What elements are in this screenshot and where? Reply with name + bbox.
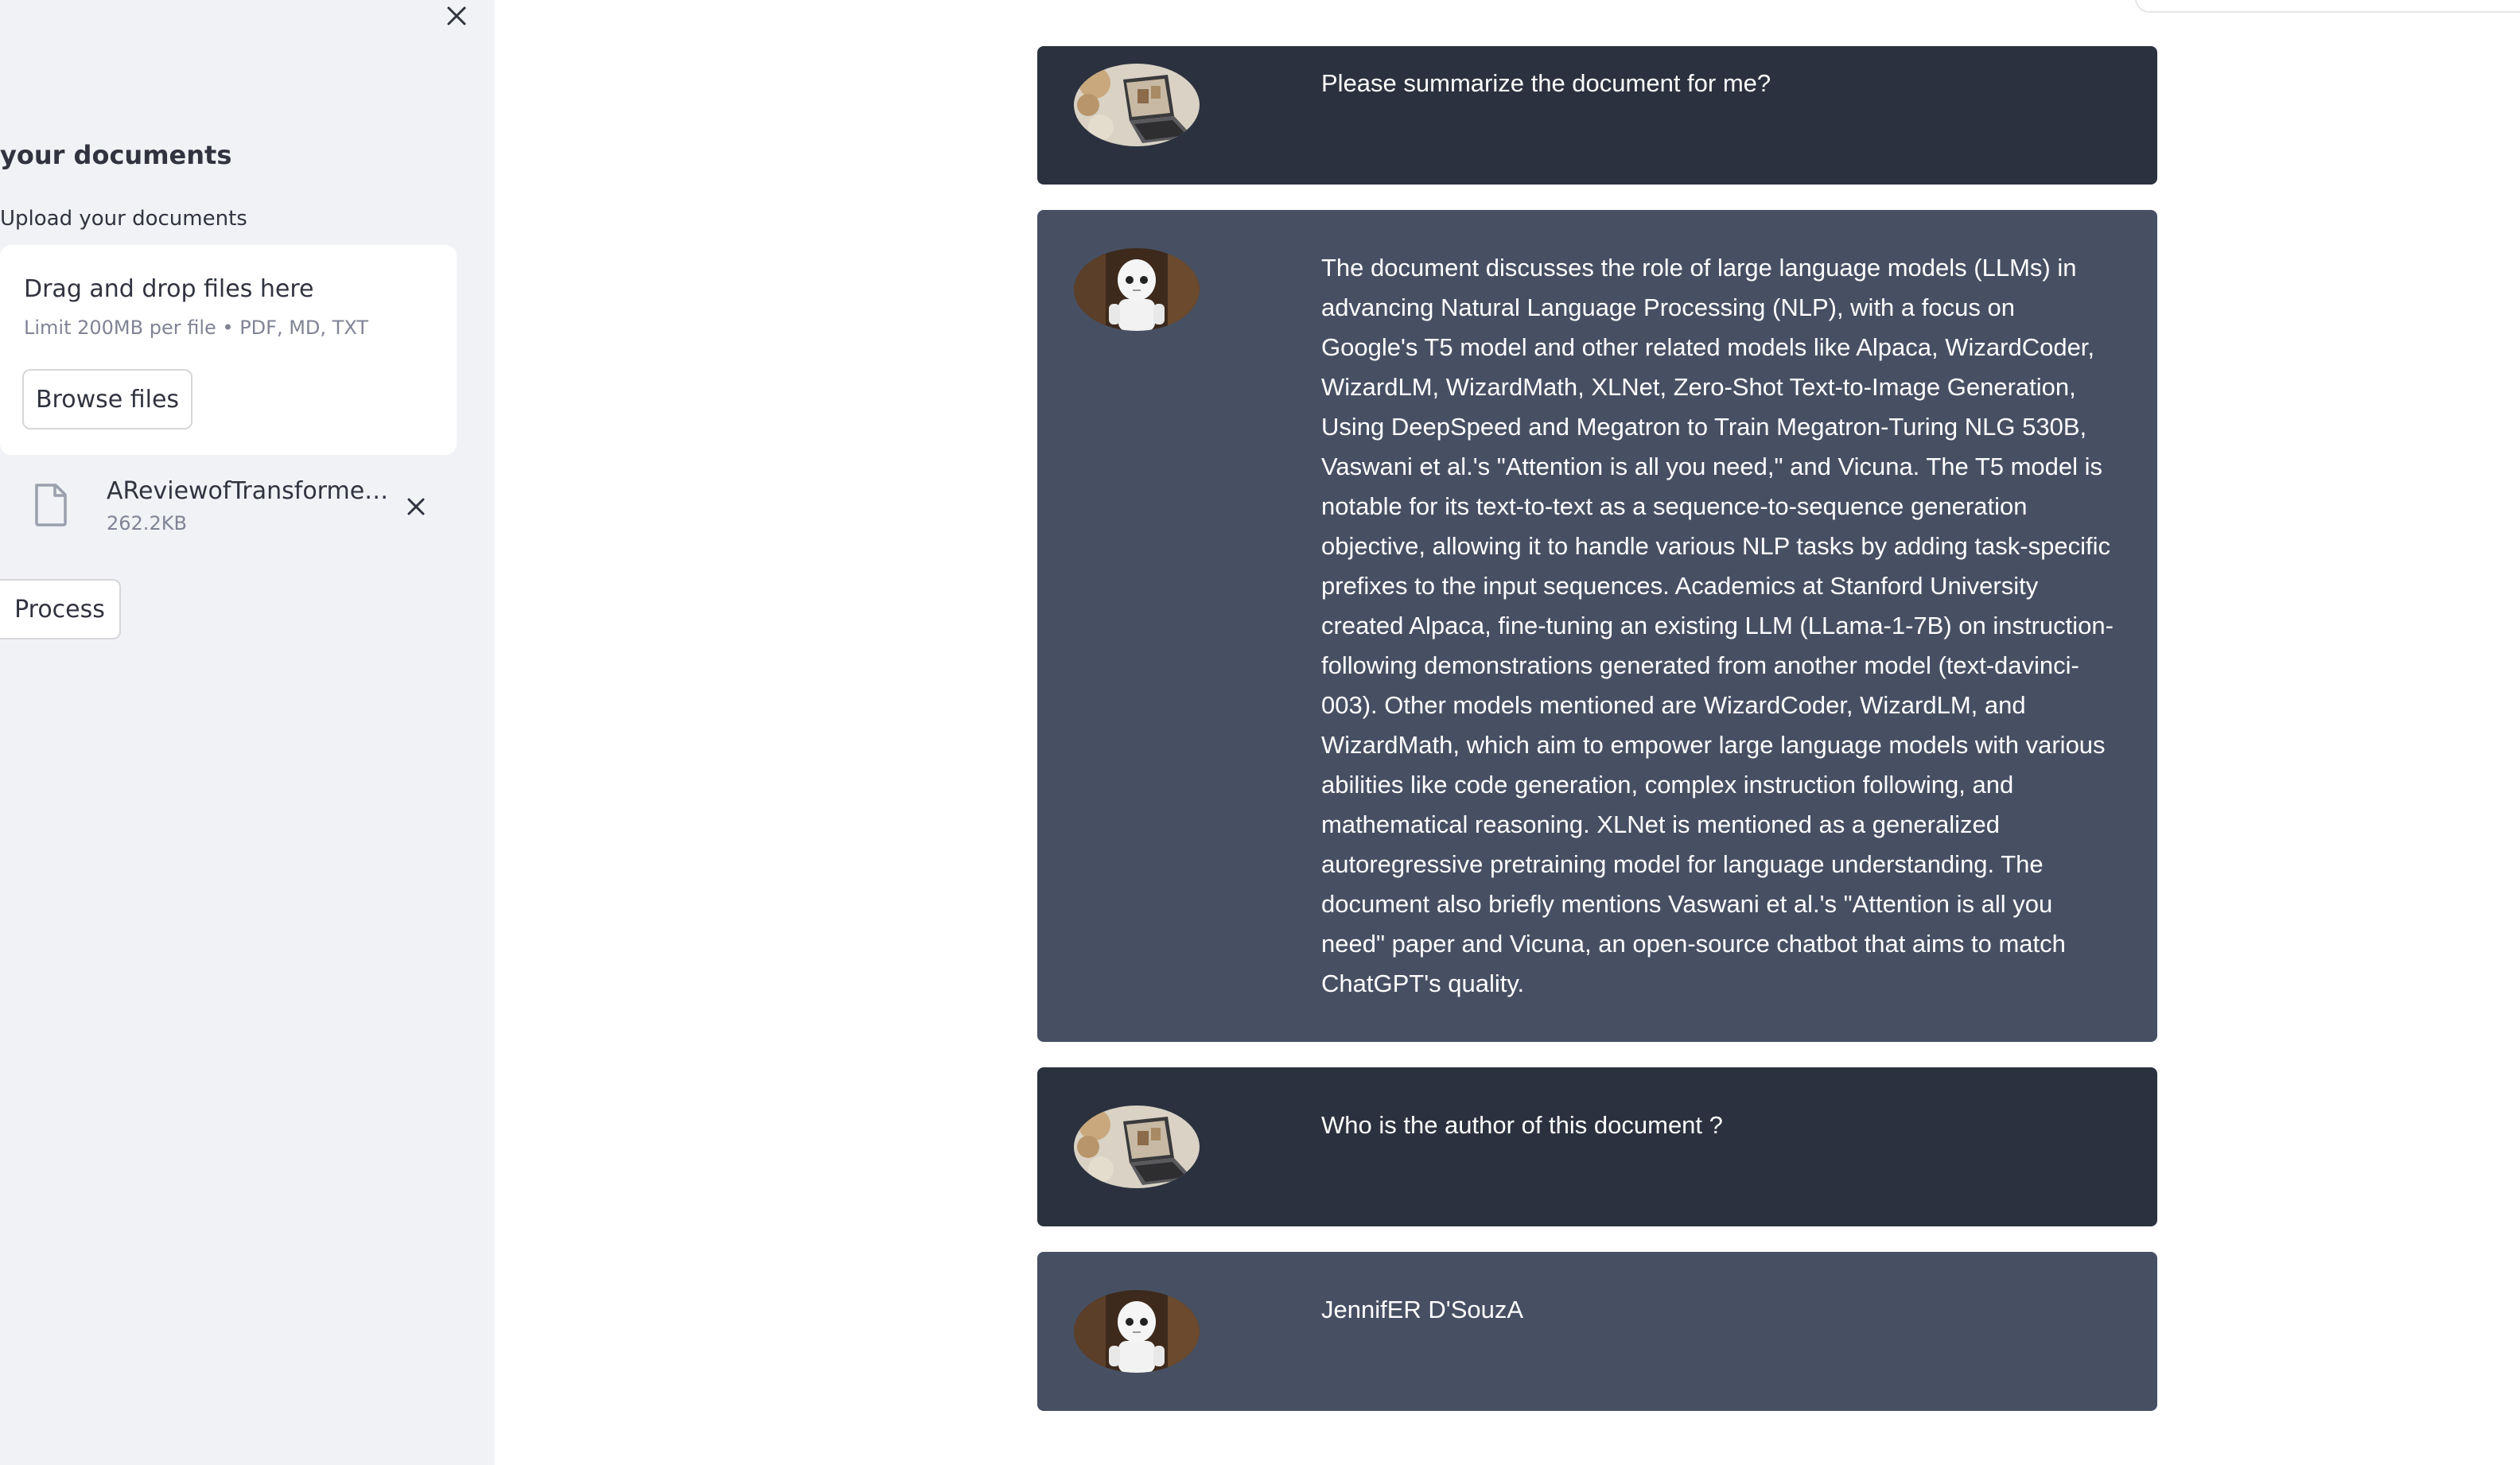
file-dropzone[interactable]: Drag and drop files here Limit 200MB per… <box>0 245 457 455</box>
close-sidebar-button[interactable] <box>439 0 474 32</box>
bot-avatar <box>1074 248 1200 331</box>
uploaded-file-item: AReviewofTransformerM... 262.2KB <box>0 466 457 549</box>
file-icon <box>35 484 67 527</box>
upload-label: Upload your documents <box>0 207 247 231</box>
browse-files-button[interactable]: Browse files <box>22 369 192 429</box>
message-text: JennifER D'SouzA <box>1321 1296 1524 1323</box>
user-avatar <box>1074 1106 1200 1188</box>
chat-message-user: Who is the author of this document ? <box>1037 1067 2157 1226</box>
message-text: Who is the author of this document ? <box>1321 1111 1723 1139</box>
user-avatar <box>1074 64 1200 146</box>
chat-message-bot: The document discusses the role of large… <box>1037 210 2157 1042</box>
close-icon <box>407 498 425 515</box>
dropzone-title: Drag and drop files here <box>24 275 314 303</box>
file-size: 262.2KB <box>107 512 187 534</box>
header-toolbar-edge <box>2135 0 2520 13</box>
file-name: AReviewofTransformerM... <box>107 477 395 505</box>
close-icon <box>447 6 466 25</box>
bot-avatar <box>1074 1290 1200 1373</box>
chat-message-user: Please summarize the document for me? <box>1037 46 2157 185</box>
sidebar: your documents Upload your documents Dra… <box>0 0 495 1465</box>
message-text: Please summarize the document for me? <box>1321 69 1771 97</box>
message-text: The document discusses the role of large… <box>1321 254 2114 997</box>
chat-message-bot: JennifER D'SouzA <box>1037 1252 2157 1411</box>
process-button[interactable]: Process <box>0 579 121 639</box>
sidebar-title: your documents <box>0 140 232 170</box>
dropzone-limit: Limit 200MB per file • PDF, MD, TXT <box>24 317 368 339</box>
remove-file-button[interactable] <box>396 487 436 527</box>
